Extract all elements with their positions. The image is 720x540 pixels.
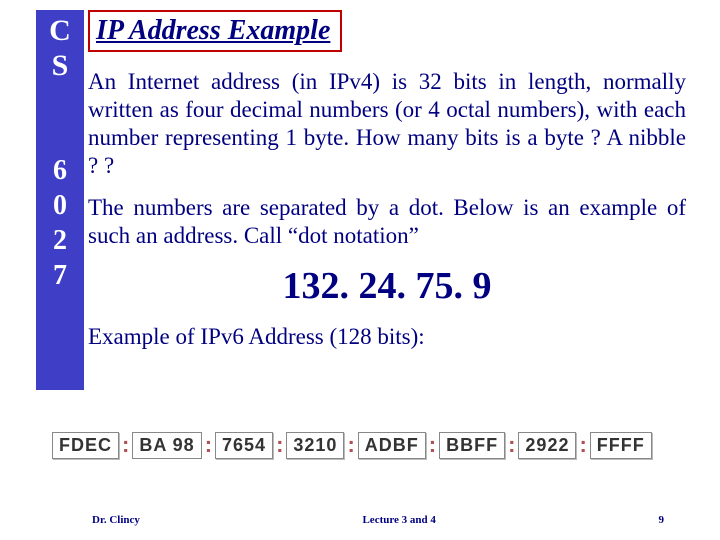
sidebar-letter: S (36, 49, 84, 84)
paragraph-1: An Internet address (in IPv4) is 32 bits… (88, 68, 686, 180)
sidebar-digit: 6 (36, 153, 84, 188)
slide-title: IP Address Example (96, 15, 330, 46)
colon-icon: : (119, 432, 132, 458)
hex-group: BBFF (439, 432, 505, 459)
footer-lecture: Lecture 3 and 4 (362, 514, 435, 526)
hex-group: FDEC (52, 432, 119, 459)
colon-icon: : (426, 432, 439, 458)
course-sidebar: C S 6 0 2 7 (36, 10, 84, 390)
slide-footer: Dr. Clincy Lecture 3 and 4 9 (0, 514, 720, 526)
footer-page-number: 9 (659, 514, 665, 526)
colon-icon: : (505, 432, 518, 458)
hex-group: 3210 (286, 432, 344, 459)
hex-group: ADBF (358, 432, 426, 459)
ipv4-example: 132. 24. 75. 9 (88, 264, 686, 308)
ipv6-caption: Example of IPv6 Address (128 bits): (88, 324, 686, 350)
hex-group: 2922 (518, 432, 576, 459)
sidebar-digit: 0 (36, 188, 84, 223)
ipv6-address-row: FDEC : BA 98 : 7654 : 3210 : ADBF : BBFF… (52, 432, 682, 459)
colon-icon: : (273, 432, 286, 458)
slide-content: IP Address Example An Internet address (… (88, 10, 686, 360)
hex-group: FFFF (590, 432, 652, 459)
title-box: IP Address Example (88, 10, 342, 52)
colon-icon: : (202, 432, 215, 458)
hex-group: 7654 (215, 432, 273, 459)
paragraph-2: The numbers are separated by a dot. Belo… (88, 194, 686, 250)
sidebar-letter: C (36, 14, 84, 49)
sidebar-digit: 7 (36, 258, 84, 293)
colon-icon: : (344, 432, 357, 458)
colon-icon: : (576, 432, 589, 458)
footer-author: Dr. Clincy (92, 514, 140, 526)
hex-group: BA 98 (132, 432, 201, 459)
sidebar-digit: 2 (36, 223, 84, 258)
